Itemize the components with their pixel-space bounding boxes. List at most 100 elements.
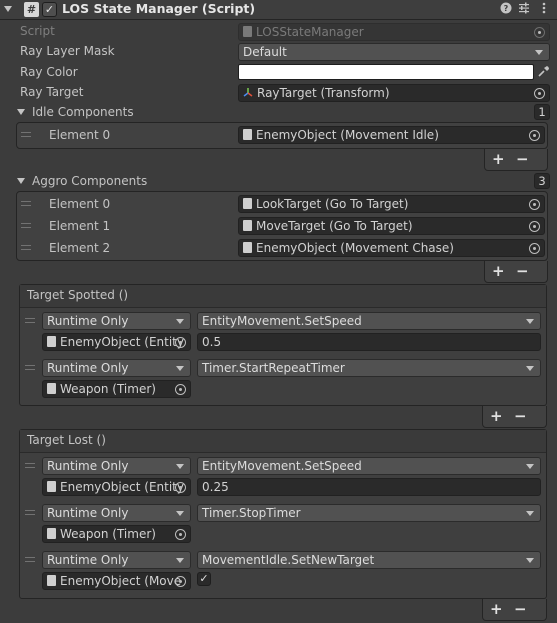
runtime-mode-dropdown[interactable]: Runtime Only (42, 359, 191, 377)
runtime-mode-dropdown[interactable]: Runtime Only (42, 457, 191, 475)
lost-remove-button[interactable]: − (514, 600, 527, 618)
ray-color-field[interactable] (238, 64, 534, 80)
idle-count-field[interactable]: 1 (534, 104, 550, 120)
target-object-field[interactable]: EnemyObject (Entity (42, 333, 191, 351)
target-picker-icon[interactable] (529, 243, 540, 254)
target-picker-icon[interactable] (175, 337, 186, 348)
target-picker-icon[interactable] (175, 482, 186, 493)
script-icon: # (24, 2, 39, 17)
target-picker-icon[interactable] (175, 384, 186, 395)
script-asset-icon (47, 383, 56, 394)
target-picker-icon[interactable] (529, 130, 540, 141)
idle-element-label: Element 0 (49, 128, 111, 142)
svg-text:?: ? (504, 4, 509, 13)
script-asset-icon (243, 198, 252, 209)
lost-add-button[interactable]: + (490, 600, 503, 618)
function-value: MovementIdle.SetNewTarget (202, 553, 375, 567)
chevron-down-icon (526, 558, 534, 563)
aggro-remove-button[interactable]: − (516, 262, 529, 280)
target-lost-title: Target Lost () (27, 433, 106, 447)
function-dropdown[interactable]: MovementIdle.SetNewTarget (197, 551, 541, 569)
chevron-down-icon (176, 511, 184, 516)
aggro-foldout-arrow-icon[interactable] (17, 178, 25, 184)
idle-remove-button[interactable]: − (516, 150, 529, 168)
aggro-element-label: Element 2 (49, 241, 111, 255)
presets-icon[interactable] (516, 2, 532, 18)
ray-target-field[interactable]: RayTarget (Transform) (238, 84, 550, 102)
fold-arrow-icon[interactable] (4, 6, 12, 12)
function-dropdown[interactable]: Timer.StopTimer (197, 504, 541, 522)
spotted-remove-button[interactable]: − (514, 407, 527, 425)
target-picker-icon[interactable] (175, 576, 186, 587)
target-object-field[interactable]: EnemyObject (Entity (42, 478, 191, 496)
chevron-down-icon (176, 558, 184, 563)
function-dropdown[interactable]: EntityMovement.SetSpeed (197, 457, 541, 475)
idle-foldout-arrow-icon[interactable] (17, 109, 25, 115)
aggro-element-field[interactable]: LookTarget (Go To Target) (238, 195, 545, 213)
target-picker-icon[interactable] (534, 88, 545, 99)
chevron-down-icon (526, 464, 534, 469)
idle-element-value: EnemyObject (Movement Idle) (256, 128, 439, 142)
script-asset-icon (243, 129, 252, 140)
enabled-checkbox[interactable]: ✓ (42, 2, 57, 17)
script-asset-icon (47, 481, 56, 492)
aggro-add-button[interactable]: + (492, 262, 505, 280)
aggro-element-value: EnemyObject (Movement Chase) (256, 241, 454, 255)
argument-field[interactable]: 0.5 (197, 333, 541, 351)
ray-target-value: RayTarget (Transform) (257, 86, 390, 100)
bool-argument-checkbox[interactable]: ✓ (197, 572, 211, 586)
aggro-count-field[interactable]: 3 (534, 173, 550, 189)
drag-handle-icon[interactable] (25, 557, 35, 562)
script-field: LOSStateManager (238, 23, 550, 41)
target-object-value: EnemyObject (Entity (60, 335, 184, 349)
target-spotted-title: Target Spotted () (27, 288, 129, 302)
aggro-element-field[interactable]: EnemyObject (Movement Chase) (238, 239, 545, 257)
script-asset-icon (47, 575, 56, 586)
drag-handle-icon[interactable] (25, 463, 35, 468)
target-object-field[interactable]: EnemyObject (Move (42, 572, 191, 590)
drag-handle-icon[interactable] (21, 201, 31, 206)
transform-icon (243, 85, 253, 101)
runtime-mode-value: Runtime Only (47, 361, 129, 375)
kebab-menu-icon[interactable] (536, 2, 552, 18)
ray-layer-mask-dropdown[interactable]: Default (238, 43, 550, 61)
aggro-element-field[interactable]: MoveTarget (Go To Target) (238, 217, 545, 235)
function-dropdown[interactable]: EntityMovement.SetSpeed (197, 312, 541, 330)
component-title: LOS State Manager (Script) (62, 1, 256, 16)
target-picker-icon[interactable] (529, 221, 540, 232)
drag-handle-icon[interactable] (21, 132, 31, 137)
target-object-value: Weapon (Timer) (60, 527, 156, 541)
target-picker-icon[interactable] (175, 529, 186, 540)
target-object-field[interactable]: Weapon (Timer) (42, 380, 191, 398)
function-value: EntityMovement.SetSpeed (202, 314, 362, 328)
runtime-mode-value: Runtime Only (47, 553, 129, 567)
ray-layer-mask-label: Ray Layer Mask (20, 44, 115, 58)
runtime-mode-value: Runtime Only (47, 314, 129, 328)
target-object-field[interactable]: Weapon (Timer) (42, 525, 191, 543)
aggro-element-value: MoveTarget (Go To Target) (256, 219, 413, 233)
drag-handle-icon[interactable] (21, 223, 31, 228)
runtime-mode-dropdown[interactable]: Runtime Only (42, 312, 191, 330)
target-picker-icon[interactable] (529, 199, 540, 210)
drag-handle-icon[interactable] (25, 318, 35, 323)
script-asset-icon (243, 26, 252, 37)
runtime-mode-dropdown[interactable]: Runtime Only (42, 551, 191, 569)
argument-field[interactable]: 0.25 (197, 478, 541, 496)
function-value: EntityMovement.SetSpeed (202, 459, 362, 473)
idle-components-label[interactable]: Idle Components (32, 105, 134, 119)
aggro-components-label[interactable]: Aggro Components (32, 174, 147, 188)
runtime-mode-dropdown[interactable]: Runtime Only (42, 504, 191, 522)
drag-handle-icon[interactable] (25, 510, 35, 515)
chevron-down-icon (526, 319, 534, 324)
help-icon[interactable]: ? (498, 2, 514, 18)
drag-handle-icon[interactable] (21, 245, 31, 250)
idle-element-field[interactable]: EnemyObject (Movement Idle) (238, 126, 545, 144)
idle-add-button[interactable]: + (492, 150, 505, 168)
eyedropper-icon[interactable] (537, 65, 551, 79)
function-value: Timer.StartRepeatTimer (202, 361, 345, 375)
aggro-element-value: LookTarget (Go To Target) (256, 197, 409, 211)
spotted-add-button[interactable]: + (490, 407, 503, 425)
chevron-down-icon (535, 50, 543, 55)
function-dropdown[interactable]: Timer.StartRepeatTimer (197, 359, 541, 377)
drag-handle-icon[interactable] (25, 365, 35, 370)
